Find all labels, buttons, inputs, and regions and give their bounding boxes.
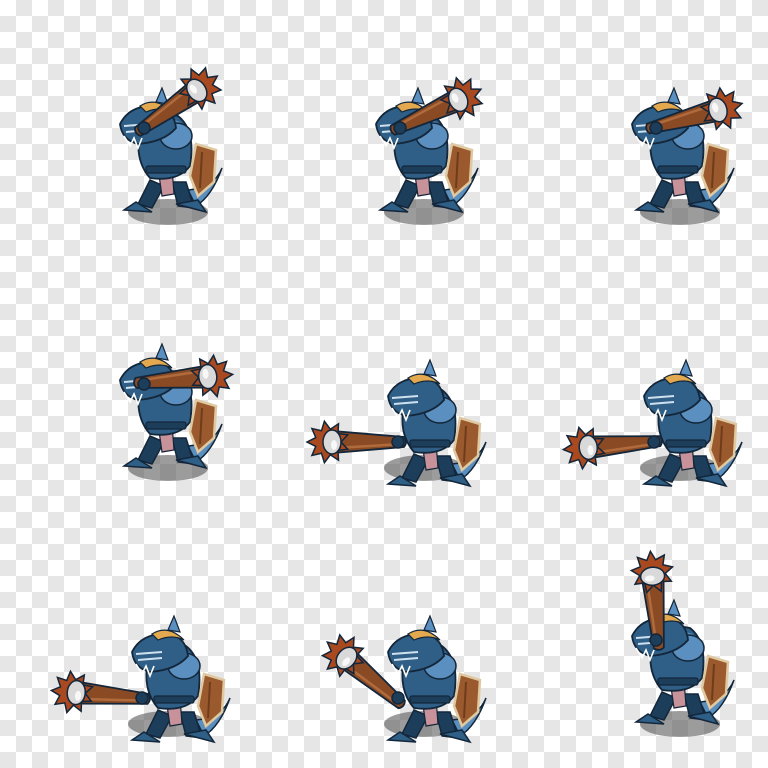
fist <box>137 377 151 391</box>
ear <box>411 86 425 105</box>
fist <box>391 691 405 705</box>
warrior-sprite <box>119 66 223 225</box>
fist <box>135 691 149 705</box>
belt <box>145 421 187 430</box>
ear <box>423 358 437 377</box>
sprite-frame-2 <box>256 0 512 256</box>
belt <box>657 165 699 174</box>
club-head <box>629 549 675 595</box>
ear <box>667 86 681 105</box>
belt <box>409 695 451 704</box>
ear <box>167 614 181 633</box>
sprite-frame-9 <box>512 512 768 768</box>
warrior-sprite <box>49 614 231 744</box>
club-head <box>189 353 235 399</box>
ear <box>155 342 169 361</box>
sprite-frame-3 <box>512 0 768 256</box>
sprite-frame-1 <box>0 0 256 256</box>
club-head <box>49 669 95 715</box>
ear <box>667 598 681 617</box>
sprite-frame-5 <box>256 256 512 512</box>
sprite-sheet <box>0 0 768 768</box>
ear <box>679 358 693 377</box>
fist <box>649 121 663 135</box>
warrior-sprite <box>320 614 487 744</box>
fist <box>647 435 661 449</box>
ear <box>423 614 437 633</box>
belt <box>409 439 451 448</box>
club-head <box>561 425 607 471</box>
sprite-frame-4 <box>0 256 256 512</box>
warrior-body <box>631 598 735 726</box>
fist <box>649 633 663 647</box>
sprite-frame-6 <box>512 256 768 512</box>
belt <box>665 439 707 448</box>
fist <box>137 121 151 135</box>
belt <box>657 677 699 686</box>
fist <box>393 121 407 135</box>
warrior-sprite <box>375 76 484 225</box>
warrior-sprite <box>119 342 235 481</box>
club-shine <box>331 440 337 450</box>
warrior-sprite <box>631 86 744 225</box>
warrior-sprite <box>629 549 735 737</box>
sprite-frame-8 <box>256 512 512 768</box>
warrior-sprite <box>561 358 743 488</box>
club-head <box>699 86 744 131</box>
belt <box>145 165 187 174</box>
belt <box>153 695 195 704</box>
sprite-frame-7 <box>0 512 256 768</box>
club-head <box>305 419 350 465</box>
club <box>305 419 407 465</box>
belt <box>401 165 443 174</box>
fist <box>391 435 405 449</box>
warrior-sprite <box>305 358 487 488</box>
